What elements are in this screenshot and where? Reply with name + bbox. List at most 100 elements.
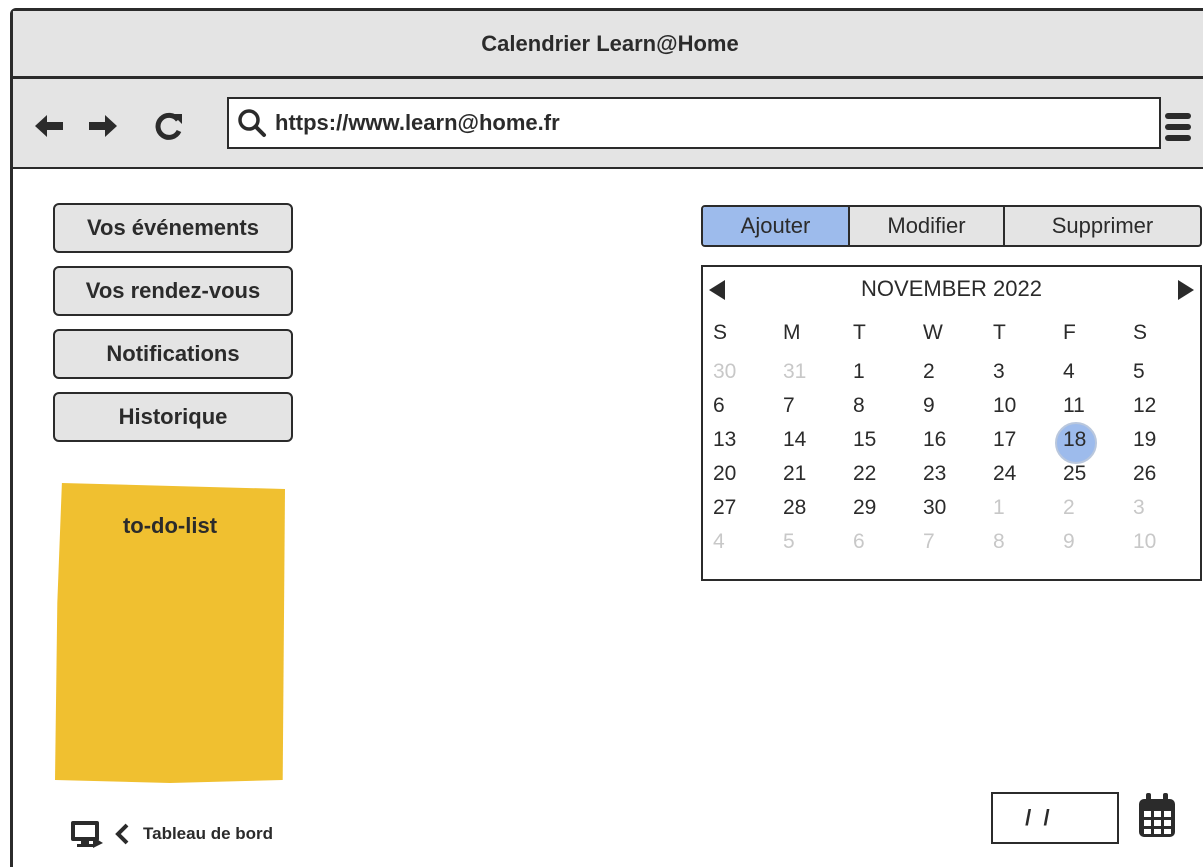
forward-button[interactable] [85, 109, 121, 143]
date-input-value: / / [1019, 805, 1050, 830]
calendar-day[interactable]: 3 [1127, 496, 1197, 520]
calendar-day[interactable]: 11 [1057, 394, 1127, 418]
calendar-day[interactable]: 2 [1057, 496, 1127, 520]
calendar-day[interactable]: 10 [987, 394, 1057, 418]
calendar-day[interactable]: 10 [1127, 530, 1197, 554]
calendar-day[interactable]: 22 [847, 462, 917, 486]
todo-sticky-note[interactable]: to-do-list [55, 483, 285, 783]
calendar-week-row: 6 7 8 9 10 11 12 [707, 389, 1197, 423]
calendar-day[interactable]: 29 [847, 496, 917, 520]
tab-delete[interactable]: Supprimer [1005, 207, 1200, 245]
weekday-label: S [1133, 321, 1148, 344]
sidebar-item-label: Vos événements [86, 215, 259, 240]
sidebar-item-history[interactable]: Historique [53, 392, 293, 442]
calendar-day[interactable]: 1 [987, 496, 1057, 520]
weekday-label: W [923, 321, 943, 344]
action-segmented-control: Ajouter Modifier Supprimer [701, 205, 1202, 247]
calendar-day[interactable]: 12 [1127, 394, 1197, 418]
triangle-right-icon [1178, 280, 1194, 300]
reload-icon [155, 112, 182, 140]
calendar-day[interactable]: 7 [917, 530, 987, 554]
calendar-day[interactable]: 6 [707, 394, 777, 418]
calendar-day[interactable]: 5 [777, 530, 847, 554]
calendar-day[interactable]: 1 [847, 360, 917, 384]
chevron-left-icon [115, 823, 129, 845]
tab-delete-label: Supprimer [1051, 213, 1154, 238]
sidebar-item-events[interactable]: Vos événements [53, 203, 293, 253]
calendar-day[interactable]: 8 [847, 394, 917, 418]
browser-navbar [13, 79, 1203, 169]
dashboard-link[interactable]: Tableau de bord [69, 819, 273, 849]
browser-menu-button[interactable] [1163, 109, 1195, 145]
calendar-month-label: NOVEMBER 2022 [861, 276, 1042, 301]
calendar-day[interactable]: 14 [777, 428, 847, 452]
calendar-icon [1139, 793, 1175, 837]
sidebar-item-notifications[interactable]: Notifications [53, 329, 293, 379]
calendar-day[interactable]: 15 [847, 428, 917, 452]
calendar-week-row: 4 5 6 7 8 9 10 [707, 525, 1197, 559]
sidebar-item-appointments[interactable]: Vos rendez-vous [53, 266, 293, 316]
calendar-day[interactable]: 17 [987, 428, 1057, 452]
calendar-day[interactable]: 16 [917, 428, 987, 452]
weekday-label: M [783, 321, 801, 344]
arrow-left-icon [35, 115, 63, 137]
sidebar-item-label: Notifications [106, 341, 240, 366]
calendar-day[interactable]: 8 [987, 530, 1057, 554]
next-month-button[interactable] [1176, 279, 1196, 301]
calendar-day[interactable]: 19 [1127, 428, 1197, 452]
triangle-left-icon [709, 280, 725, 300]
tab-add[interactable]: Ajouter [703, 207, 850, 245]
window-titlebar: Calendrier Learn@Home [13, 11, 1203, 79]
date-input[interactable]: / / [991, 792, 1119, 844]
previous-month-button[interactable] [707, 279, 727, 301]
calendar-day[interactable]: 31 [777, 360, 847, 384]
tab-add-label: Ajouter [740, 213, 811, 238]
calendar-day[interactable]: 2 [917, 360, 987, 384]
calendar-day[interactable]: 5 [1127, 360, 1197, 384]
sidebar-item-label: Historique [118, 404, 228, 429]
calendar-day[interactable]: 24 [987, 462, 1057, 486]
calendar-grid: S M T W T F S 30 31 1 2 3 4 5 6 7 8 9 10… [707, 311, 1197, 559]
calendar-day[interactable]: 27 [707, 496, 777, 520]
calendar-day[interactable]: 28 [777, 496, 847, 520]
address-bar[interactable] [227, 97, 1161, 149]
calendar-day[interactable]: 7 [777, 394, 847, 418]
calendar-day[interactable]: 25 [1057, 462, 1127, 486]
calendar-day[interactable]: 4 [707, 530, 777, 554]
calendar-day[interactable]: 9 [917, 394, 987, 418]
arrow-right-icon [89, 115, 117, 137]
todo-title: to-do-list [122, 513, 218, 538]
calendar-day[interactable]: 9 [1057, 530, 1127, 554]
weekday-header-row: S M T W T F S [707, 311, 1197, 355]
sidebar-item-label: Vos rendez-vous [85, 278, 261, 303]
calendar-day[interactable]: 13 [707, 428, 777, 452]
calendar-week-row: 27 28 29 30 1 2 3 [707, 491, 1197, 525]
hamburger-menu-icon [1165, 113, 1191, 141]
calendar-widget: NOVEMBER 2022 S M T W T F S 30 31 1 2 3 … [701, 265, 1202, 581]
calendar-day[interactable]: 6 [847, 530, 917, 554]
calendar-day[interactable]: 23 [917, 462, 987, 486]
calendar-day[interactable]: 30 [917, 496, 987, 520]
calendar-day[interactable]: 3 [987, 360, 1057, 384]
tab-edit[interactable]: Modifier [850, 207, 1005, 245]
tab-edit-label: Modifier [887, 213, 966, 238]
search-icon [235, 106, 269, 140]
weekday-label: F [1063, 321, 1076, 344]
weekday-label: T [853, 321, 866, 344]
calendar-day-selected[interactable]: 18 [1055, 422, 1127, 464]
calendar-day[interactable]: 20 [707, 462, 777, 486]
back-button[interactable] [31, 109, 67, 143]
calendar-day[interactable]: 26 [1127, 462, 1197, 486]
calendar-day[interactable]: 30 [707, 360, 777, 384]
weekday-label: S [713, 321, 728, 344]
calendar-day[interactable]: 4 [1057, 360, 1127, 384]
calendar-week-row: 13 14 15 16 17 18 19 [707, 422, 1197, 464]
date-picker-button[interactable] [1137, 791, 1177, 841]
reload-button[interactable] [151, 109, 187, 143]
window-title: Calendrier Learn@Home [481, 30, 739, 56]
calendar-week-row: 30 31 1 2 3 4 5 [707, 355, 1197, 389]
calendar-header: NOVEMBER 2022 [703, 267, 1200, 311]
calendar-day[interactable]: 21 [777, 462, 847, 486]
monitor-icon [71, 821, 103, 848]
url-input[interactable] [275, 110, 1135, 136]
